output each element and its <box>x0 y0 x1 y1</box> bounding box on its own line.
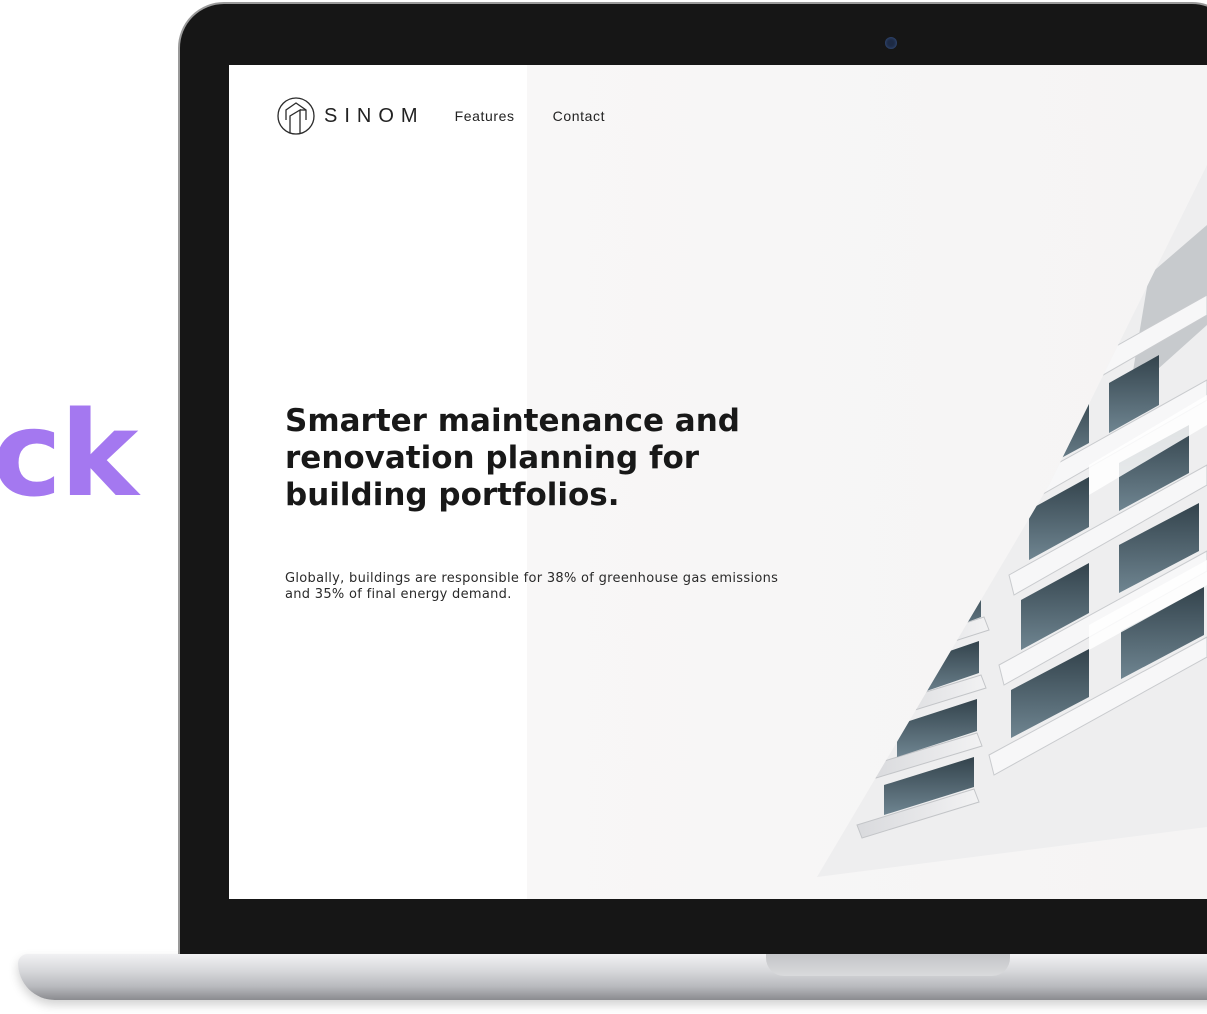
laptop-screen: SINOM Features Contact Smarter maintenan… <box>229 65 1207 899</box>
mockup-stage: ck SINOM Features Contact Smarter mainte… <box>0 0 1207 1014</box>
top-navigation: SINOM Features Contact <box>276 96 605 136</box>
nav-link-features[interactable]: Features <box>455 108 515 124</box>
hero-title: Smarter maintenance and renovation plann… <box>285 403 740 513</box>
background-partial-word: ck <box>0 385 138 523</box>
house-outline-icon[interactable] <box>276 96 316 136</box>
hero-subtitle: Globally, buildings are responsible for … <box>285 571 779 603</box>
camera-icon <box>885 37 897 49</box>
laptop-opening-notch <box>766 954 1010 976</box>
laptop-base <box>18 954 1207 1000</box>
nav-link-contact[interactable]: Contact <box>553 108 605 124</box>
brand-name[interactable]: SINOM <box>324 105 425 128</box>
